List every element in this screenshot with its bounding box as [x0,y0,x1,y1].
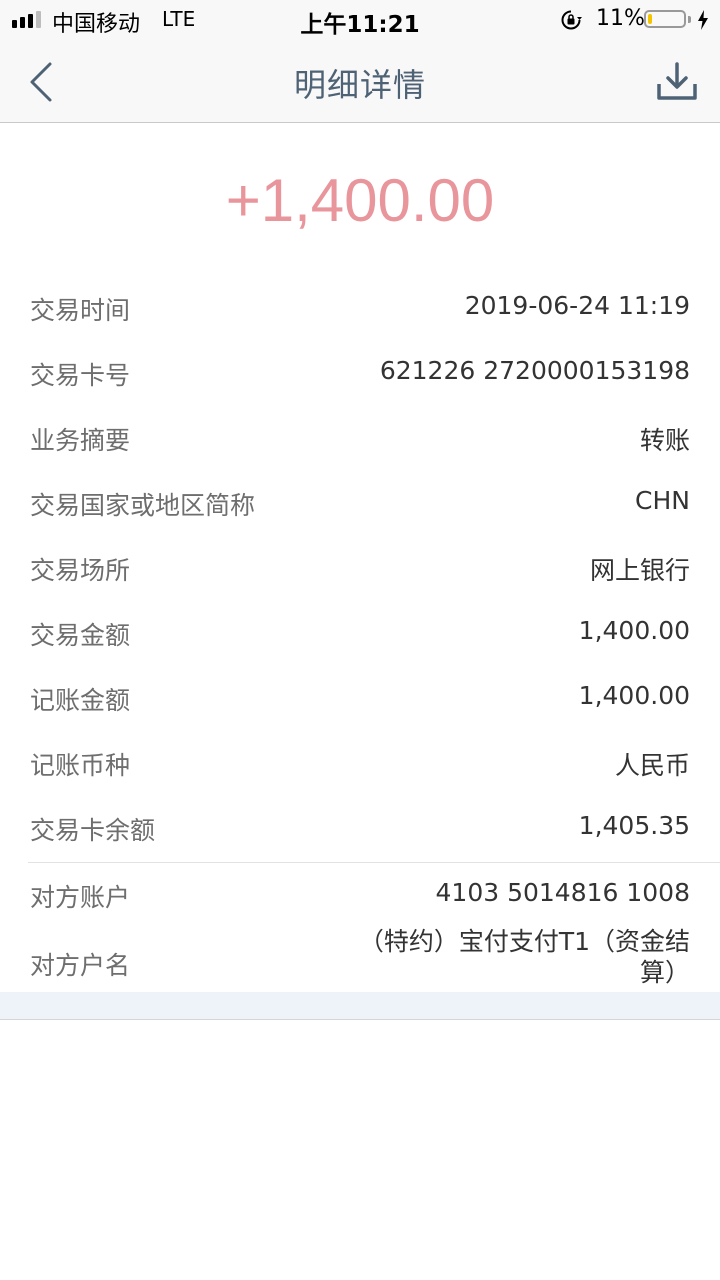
transaction-amount: +1,400.00 [225,167,495,234]
detail-value: 1,400.00 [578,616,690,645]
detail-row-country: 交易国家或地区简称 CHN [30,470,690,535]
battery-level-fill [648,14,652,24]
detail-label: 交易国家或地区简称 [30,491,256,520]
detail-label: 交易场所 [30,556,131,585]
detail-label: 交易卡余额 [30,816,156,845]
page-title: 明细详情 [293,66,426,104]
transaction-details-list: 交易时间 2019-06-24 11:19 交易卡号 621226 272000… [0,275,720,860]
detail-value: （特约）宝付支付T1（资金结算） [358,927,690,987]
navigation-bar: 明细详情 [0,40,720,123]
detail-row-counterparty-name: 对方户名 （特约）宝付支付T1（资金结算） [30,926,690,992]
detail-row-posted-amount: 记账金额 1,400.00 [30,665,690,730]
rotation-lock-icon [561,10,582,30]
detail-value: 1,400.00 [578,681,690,710]
battery-cap [688,16,691,23]
detail-value: 2019-06-24 11:19 [464,291,690,320]
section-divider [28,862,720,863]
detail-label: 记账金额 [30,686,131,715]
detail-value: 转账 [639,426,690,455]
detail-row-transaction-amount: 交易金额 1,400.00 [30,600,690,665]
detail-row-time: 交易时间 2019-06-24 11:19 [30,275,690,340]
battery-percent: 11% [596,6,645,31]
detail-label: 交易卡号 [30,361,131,390]
detail-label: 交易时间 [30,296,131,325]
transaction-detail-screen: 中国移动 LTE 上午11:21 11% 明细详情 +1,400.00 交易时间… [0,0,720,1280]
detail-label: 交易金额 [30,621,131,650]
detail-value: 网上银行 [589,556,690,585]
detail-row-counterparty-account: 对方账户 4103 5014816 1008 [30,878,690,918]
footer-band [0,992,720,1020]
detail-row-venue: 交易场所 网上银行 [30,535,690,600]
detail-row-summary: 业务摘要 转账 [30,405,690,470]
detail-row-currency: 记账币种 人民币 [30,730,690,795]
detail-value: 4103 5014816 1008 [435,878,690,907]
status-bar: 中国移动 LTE 上午11:21 11% [0,0,720,40]
detail-value: 621226 2720000153198 [379,356,690,385]
detail-label: 记账币种 [30,751,131,780]
detail-value: CHN [635,486,690,515]
detail-value: 人民币 [614,751,690,780]
detail-label: 业务摘要 [30,426,131,455]
detail-label: 对方账户 [30,883,131,912]
detail-row-card-number: 交易卡号 621226 2720000153198 [30,340,690,405]
detail-value: 1,405.35 [578,811,690,840]
battery-icon [644,10,686,28]
download-icon[interactable] [654,60,700,104]
charging-bolt-icon [698,10,708,30]
detail-row-balance: 交易卡余额 1,405.35 [30,795,690,860]
detail-label: 对方户名 [30,951,131,980]
